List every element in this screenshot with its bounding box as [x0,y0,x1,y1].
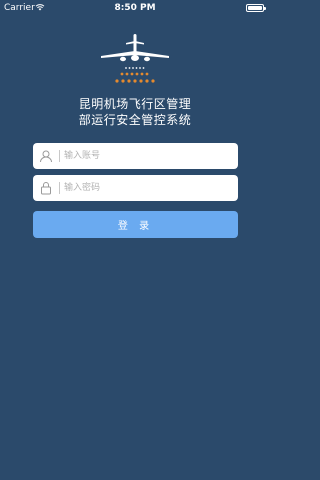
airplane-logo-icon [95,32,175,92]
app-title-line1: 昆明机场飞行区管理 [78,97,192,111]
login-screen: Carrier 8:50 PM 昆明机场飞行区管理 部运行安全管控系统 输入账号… [0,0,270,480]
app-title: 昆明机场飞行区管理 部运行安全管控系统 [0,96,270,128]
status-time: 8:50 PM [114,3,156,13]
user-icon [33,143,59,169]
account-field[interactable] [33,143,238,169]
battery-icon [246,4,266,12]
lock-icon [33,175,59,201]
field-separator [59,150,60,162]
password-field[interactable] [33,175,238,201]
account-input[interactable] [64,146,224,166]
app-title-line2: 部运行安全管控系统 [78,113,192,127]
field-separator [59,182,60,194]
password-input[interactable] [64,178,224,198]
login-button[interactable]: 登 录 [33,211,238,238]
status-bar: Carrier 8:50 PM [0,0,270,16]
